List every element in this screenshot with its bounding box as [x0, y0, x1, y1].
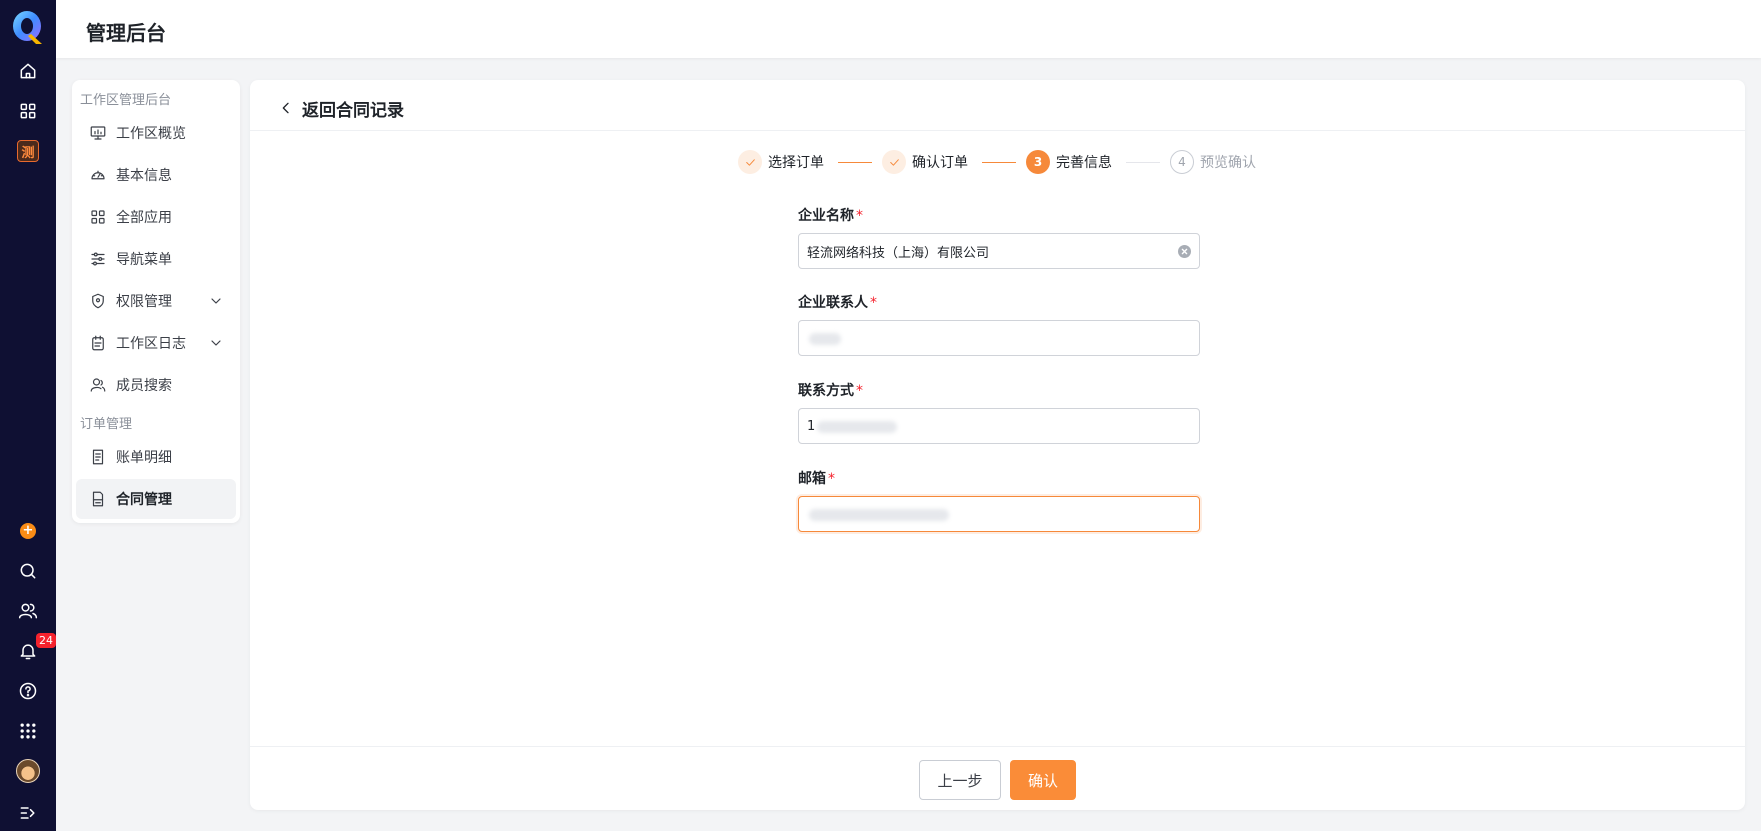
chevron-down-icon[interactable]: [208, 293, 224, 309]
users-icon[interactable]: [0, 593, 56, 629]
avatar[interactable]: [0, 753, 56, 789]
email-input[interactable]: [798, 496, 1200, 532]
contact-person-field: 企业联系人 *: [798, 293, 1200, 356]
help-icon[interactable]: [0, 673, 56, 709]
check-icon: [882, 150, 906, 174]
step-label: 确认订单: [912, 155, 968, 171]
divider: [250, 746, 1745, 747]
grid-icon[interactable]: [0, 93, 56, 129]
step-3: 3 完善信息: [1026, 150, 1112, 174]
field-label: 企业联系人 *: [798, 295, 877, 311]
step-label: 选择订单: [768, 155, 824, 171]
app-tile-glyph: 测: [17, 140, 39, 162]
dashboard-icon: [91, 170, 105, 180]
check-icon: [738, 150, 762, 174]
page-title: 管理后台: [86, 21, 166, 45]
step-connector: [982, 162, 1016, 163]
input-value: 轻流网络科技（上海）有限公司: [807, 245, 990, 261]
home-icon[interactable]: [0, 53, 56, 89]
contact-method-field: 联系方式 * 1: [798, 381, 1200, 444]
step-2: 确认订单: [882, 150, 968, 174]
back-label: 返回合同记录: [302, 100, 404, 121]
step-connector: [838, 162, 872, 163]
sidebar-group-title: 订单管理: [80, 417, 133, 432]
email-field: 邮箱 *: [798, 469, 1200, 532]
top-bar: 管理后台: [56, 0, 1761, 58]
clipboard-icon: [92, 335, 104, 351]
redacted-value: [817, 421, 897, 433]
sidebar-item-nav-menu[interactable]: 导航菜单: [76, 239, 236, 279]
logo-q-icon[interactable]: [11, 9, 45, 45]
sidebar-item-basic-info[interactable]: 基本信息: [76, 155, 236, 195]
prev-step-button[interactable]: 上一步: [919, 760, 1001, 800]
shield-icon: [92, 293, 104, 309]
sidebar-item-contract-management[interactable]: 合同管理: [76, 479, 236, 519]
step-1: 选择订单: [738, 150, 824, 174]
sidebar-item-label: 导航菜单: [116, 252, 172, 268]
chevron-left-icon: [282, 102, 289, 114]
plus-icon[interactable]: +: [0, 513, 56, 549]
sidebar-item-label: 账单明细: [116, 450, 172, 466]
step-label: 预览确认: [1200, 155, 1256, 171]
main-panel: 返回合同记录 选择订单 确认订单 3 完善信息 4 预览确认 企业名称 * 轻流网…: [250, 80, 1745, 810]
redacted-value: [809, 333, 841, 345]
expand-icon[interactable]: [0, 795, 56, 831]
receipt-icon: [92, 449, 104, 465]
apps-icon[interactable]: [0, 713, 56, 749]
sidebar-item-workspace-log[interactable]: 工作区日志: [76, 323, 236, 363]
divider: [250, 130, 1745, 131]
sidebar-item-label: 权限管理: [116, 294, 172, 310]
field-label: 邮箱 *: [798, 471, 835, 487]
search-icon[interactable]: [0, 553, 56, 589]
contact-person-input[interactable]: [798, 320, 1200, 356]
back-link[interactable]: 返回合同记录: [278, 94, 404, 122]
notification-badge: 24: [36, 633, 56, 648]
clear-icon[interactable]: [1178, 245, 1191, 258]
sidebar-item-label: 基本信息: [116, 168, 172, 184]
step-number: 4: [1170, 150, 1194, 174]
step-connector: [1126, 162, 1160, 163]
sidebar-item-workspace-overview[interactable]: 工作区概览: [76, 113, 236, 153]
field-label: 企业名称 *: [798, 208, 863, 224]
redacted-value: [809, 509, 949, 521]
input-value: 1: [807, 418, 816, 434]
sidebar-item-label: 合同管理: [116, 492, 172, 508]
company-name-field: 企业名称 * 轻流网络科技（上海）有限公司: [798, 206, 1200, 269]
sidebar-item-label: 全部应用: [116, 210, 172, 226]
sidebar-item-label: 工作区日志: [116, 336, 186, 352]
sidebar: 工作区管理后台 工作区概览 基本信息 全部应用 导航菜单 权限管理 工作区日志 …: [72, 80, 240, 523]
sidebar-item-permissions[interactable]: 权限管理: [76, 281, 236, 321]
contact-method-input[interactable]: 1: [798, 408, 1200, 444]
sidebar-item-all-apps[interactable]: 全部应用: [76, 197, 236, 237]
sidebar-item-label: 成员搜索: [116, 378, 172, 394]
user-search-icon: [90, 378, 106, 392]
sidebar-item-member-search[interactable]: 成员搜索: [76, 365, 236, 405]
company-name-input[interactable]: 轻流网络科技（上海）有限公司: [798, 233, 1200, 269]
sidebar-group-title: 工作区管理后台: [80, 93, 172, 108]
sliders-icon: [91, 252, 105, 266]
sidebar-item-label: 工作区概览: [116, 126, 186, 142]
left-rail: 测 + 24: [0, 0, 56, 831]
sidebar-item-bill-details[interactable]: 账单明细: [76, 437, 236, 477]
confirm-button[interactable]: 确认: [1010, 760, 1076, 800]
field-label: 联系方式 *: [798, 383, 863, 399]
step-label: 完善信息: [1056, 155, 1112, 171]
contract-icon: [92, 491, 104, 507]
grid-icon: [91, 210, 105, 224]
chevron-down-icon[interactable]: [208, 335, 224, 351]
app-tile-icon[interactable]: 测: [0, 133, 56, 169]
step-4: 4 预览确认: [1170, 150, 1256, 174]
step-number: 3: [1026, 150, 1050, 174]
monitor-chart-icon: [90, 126, 106, 140]
